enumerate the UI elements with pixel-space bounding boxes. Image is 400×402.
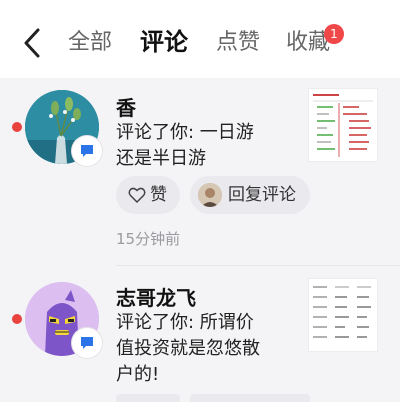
unread-dot [12, 314, 22, 324]
tab-likes[interactable]: 点赞 [216, 26, 260, 60]
reply-button[interactable] [190, 394, 310, 402]
unread-dot [12, 122, 22, 132]
reply-button[interactable]: 回复评论 [190, 176, 310, 214]
comment-line: 户的! [116, 364, 160, 385]
comment-line: 评论了你: 一日游 [116, 122, 254, 143]
timestamp: 15分钟前 [116, 230, 181, 248]
chat-bubble-icon [81, 337, 93, 349]
comment-type-badge [72, 328, 102, 358]
tab-comments[interactable]: 评论 [140, 25, 188, 59]
comment-line: 评论了你: 所谓价 [116, 312, 254, 333]
comment-text[interactable]: 评论了你: 一日游 还是半日游 [116, 120, 296, 172]
comment-text[interactable]: 评论了你: 所谓价 值投资就是忽悠散 户的! [116, 310, 296, 388]
back-arrow-icon[interactable] [20, 26, 48, 60]
list-item[interactable]: 香 评论了你: 一日游 还是半日游 赞 回复评论 15分钟前 [0, 78, 400, 266]
user-name[interactable]: 香 [116, 92, 136, 121]
reply-label: 回复评论 [228, 185, 296, 205]
comment-line: 还是半日游 [116, 148, 206, 169]
chat-bubble-icon [81, 145, 93, 157]
avatar [198, 183, 222, 207]
post-thumbnail[interactable] [308, 88, 378, 162]
list-item[interactable]: 志哥龙飞 评论了你: 所谓价 值投资就是忽悠散 户的! [0, 266, 400, 400]
comment-type-badge [72, 136, 102, 166]
tab-all[interactable]: 全部 [68, 26, 112, 60]
user-name[interactable]: 志哥龙飞 [116, 282, 196, 311]
like-label: 赞 [150, 185, 167, 205]
unread-count-badge: 1 [324, 24, 344, 44]
comment-line: 值投资就是忽悠散 [116, 338, 260, 359]
post-thumbnail[interactable] [308, 278, 378, 352]
like-button[interactable] [116, 394, 180, 402]
heart-icon [128, 187, 146, 204]
like-button[interactable]: 赞 [116, 176, 180, 214]
top-nav-bar: 全部 评论 点赞 收藏 1 [0, 0, 400, 78]
